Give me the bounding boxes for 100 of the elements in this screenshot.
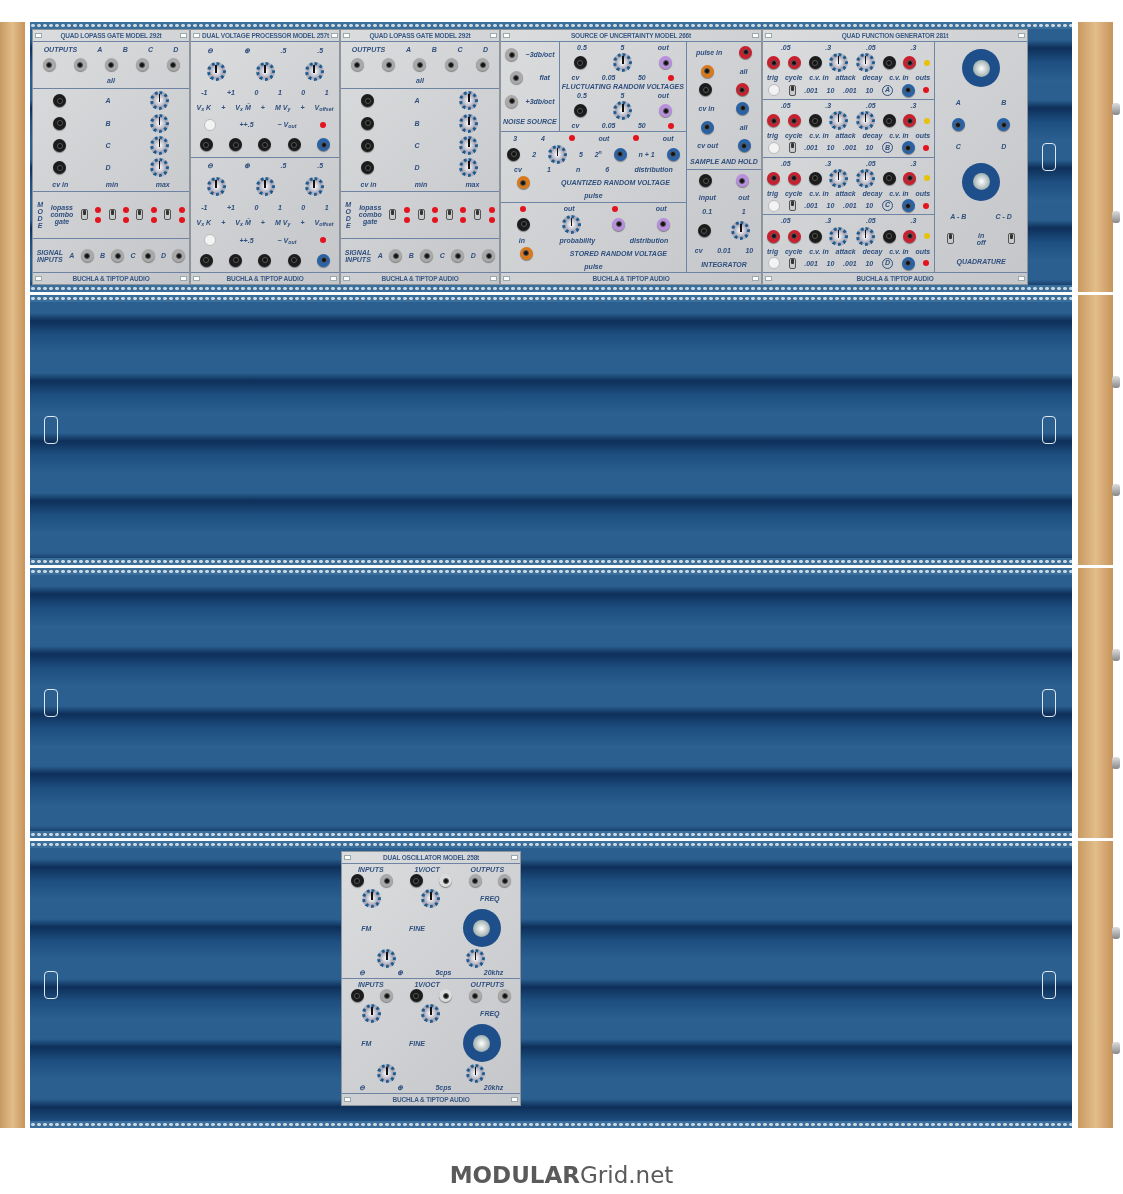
- patch-jack[interactable]: [808, 229, 822, 243]
- patch-jack[interactable]: [808, 171, 822, 185]
- patch-jack[interactable]: [317, 138, 331, 152]
- patch-jack[interactable]: [882, 171, 896, 185]
- patch-jack[interactable]: [229, 254, 243, 267]
- toggle-switch[interactable]: [473, 209, 481, 221]
- knob[interactable]: [206, 61, 226, 81]
- toggle-switch[interactable]: [788, 200, 796, 212]
- knob[interactable]: [613, 53, 633, 73]
- patch-jack[interactable]: [258, 254, 272, 267]
- patch-jack[interactable]: [382, 58, 396, 72]
- large-knob[interactable]: [962, 49, 1001, 88]
- patch-jack[interactable]: [199, 254, 213, 267]
- patch-jack[interactable]: [361, 139, 375, 153]
- patch-jack[interactable]: [767, 171, 781, 185]
- patch-jack[interactable]: [901, 199, 915, 213]
- patch-jack[interactable]: [903, 114, 917, 128]
- patch-jack[interactable]: [420, 249, 434, 263]
- patch-jack[interactable]: [737, 139, 751, 153]
- patch-jack[interactable]: [439, 874, 453, 888]
- patch-jack[interactable]: [42, 58, 56, 72]
- patch-jack[interactable]: [380, 874, 394, 888]
- patch-jack[interactable]: [141, 249, 155, 263]
- knob[interactable]: [255, 61, 275, 81]
- patch-jack[interactable]: [951, 118, 965, 132]
- patch-jack[interactable]: [53, 139, 67, 153]
- knob[interactable]: [613, 101, 633, 121]
- patch-jack[interactable]: [166, 58, 180, 72]
- knob[interactable]: [459, 158, 479, 178]
- patch-jack[interactable]: [505, 48, 519, 62]
- patch-jack[interactable]: [444, 58, 458, 72]
- patch-jack[interactable]: [739, 45, 753, 59]
- patch-jack[interactable]: [409, 874, 423, 888]
- patch-jack[interactable]: [53, 94, 67, 108]
- knob[interactable]: [421, 888, 441, 908]
- patch-jack[interactable]: [505, 94, 519, 108]
- knob[interactable]: [459, 113, 479, 133]
- knob[interactable]: [362, 1003, 382, 1023]
- knob[interactable]: [377, 1063, 397, 1083]
- patch-jack[interactable]: [287, 138, 301, 152]
- patch-jack[interactable]: [656, 217, 670, 231]
- patch-jack[interactable]: [80, 249, 94, 263]
- patch-jack[interactable]: [736, 101, 750, 115]
- patch-jack[interactable]: [517, 217, 531, 231]
- knob[interactable]: [459, 91, 479, 111]
- patch-jack[interactable]: [699, 83, 713, 97]
- patch-jack[interactable]: [229, 138, 243, 152]
- toggle-switch[interactable]: [389, 209, 397, 221]
- patch-jack[interactable]: [172, 249, 186, 263]
- patch-jack[interactable]: [767, 229, 781, 243]
- knob[interactable]: [731, 221, 751, 241]
- toggle-switch[interactable]: [1008, 233, 1016, 245]
- patch-jack[interactable]: [997, 118, 1011, 132]
- patch-jack[interactable]: [517, 176, 530, 190]
- patch-jack[interactable]: [482, 249, 496, 263]
- patch-jack[interactable]: [258, 138, 272, 152]
- patch-jack[interactable]: [507, 147, 521, 161]
- patch-jack[interactable]: [787, 114, 801, 128]
- patch-jack[interactable]: [573, 104, 587, 118]
- patch-jack[interactable]: [468, 874, 482, 888]
- site-logo[interactable]: MODULARGrid.net: [449, 1158, 674, 1193]
- knob[interactable]: [459, 136, 479, 156]
- patch-jack[interactable]: [808, 56, 822, 70]
- large-knob[interactable]: [962, 162, 1001, 201]
- patch-jack[interactable]: [659, 56, 673, 70]
- patch-jack[interactable]: [468, 989, 482, 1003]
- patch-jack[interactable]: [903, 171, 917, 185]
- patch-jack[interactable]: [361, 161, 375, 175]
- patch-jack[interactable]: [413, 58, 427, 72]
- toggle-switch[interactable]: [108, 209, 116, 221]
- patch-jack[interactable]: [901, 256, 915, 270]
- patch-jack[interactable]: [882, 229, 896, 243]
- patch-jack[interactable]: [901, 141, 915, 155]
- patch-jack[interactable]: [476, 58, 490, 72]
- patch-jack[interactable]: [612, 217, 626, 231]
- knob[interactable]: [304, 177, 324, 197]
- large-knob[interactable]: [462, 1024, 501, 1063]
- patch-jack[interactable]: [808, 114, 822, 128]
- patch-jack[interactable]: [700, 64, 714, 78]
- patch-jack[interactable]: [361, 94, 375, 108]
- toggle-switch[interactable]: [788, 142, 796, 154]
- patch-jack[interactable]: [573, 56, 587, 70]
- patch-jack[interactable]: [735, 83, 749, 97]
- knob[interactable]: [255, 177, 275, 197]
- patch-jack[interactable]: [699, 174, 713, 188]
- patch-jack[interactable]: [350, 989, 364, 1003]
- toggle-switch[interactable]: [445, 209, 453, 221]
- patch-jack[interactable]: [135, 58, 149, 72]
- patch-jack[interactable]: [700, 120, 714, 134]
- patch-jack[interactable]: [53, 116, 67, 130]
- patch-jack[interactable]: [767, 114, 781, 128]
- patch-jack[interactable]: [361, 116, 375, 130]
- large-knob[interactable]: [462, 909, 501, 948]
- knob[interactable]: [421, 1003, 441, 1023]
- knob[interactable]: [362, 888, 382, 908]
- patch-jack[interactable]: [519, 246, 533, 260]
- patch-jack[interactable]: [53, 161, 67, 175]
- knob[interactable]: [206, 177, 226, 197]
- toggle-switch[interactable]: [788, 257, 796, 269]
- patch-jack[interactable]: [787, 229, 801, 243]
